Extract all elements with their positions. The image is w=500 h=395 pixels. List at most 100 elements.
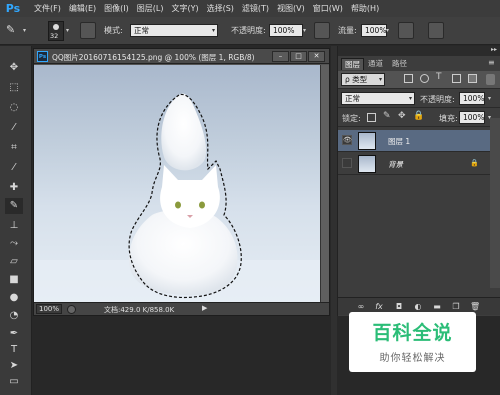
blend-mode-select[interactable]: 正常 ▾ [341, 92, 415, 105]
move-tool-icon[interactable]: ✥ [5, 60, 23, 76]
filter-type-icon[interactable]: T [436, 72, 442, 82]
shape-tool-icon[interactable]: ▭ [5, 374, 23, 390]
menu-window[interactable]: 窗口(W) [313, 3, 343, 14]
type-tool-icon[interactable]: T [5, 342, 23, 358]
lasso-tool-icon[interactable]: ◌ [5, 100, 23, 116]
minimize-button[interactable]: – [272, 51, 289, 62]
watermark-subtitle: 助你轻松解决 [379, 353, 446, 364]
lock-image-icon[interactable]: ✎ [383, 111, 391, 121]
document-info: 文档:429.0 K/858.0K [104, 306, 175, 314]
ps-document-icon: Ps [37, 51, 48, 62]
brush-tool-icon[interactable]: ✎ [5, 198, 23, 214]
document-title-bar[interactable]: Ps QQ图片20160716154125.png @ 100% (图层 1, … [34, 49, 329, 64]
menu-image[interactable]: 图像(I) [104, 3, 129, 14]
eye-icon[interactable]: 👁 [342, 135, 352, 145]
layer-thumbnail [358, 132, 376, 150]
tab-layers[interactable]: 图层 [341, 58, 364, 70]
toolbox: ✥ ⬚ ◌ ⁄ ⌗ ⁄ ✚ ✎ ⊥ ⤳ ▱ ■ ● ◔ ✒ T ➤ ▭ [0, 46, 32, 395]
delete-layer-icon[interactable]: 🗑 [470, 302, 480, 312]
filter-adjustment-icon[interactable] [420, 74, 429, 83]
eyedropper-tool-icon[interactable]: ⁄ [5, 160, 23, 176]
adjustment-layer-icon[interactable]: ◐ [413, 302, 423, 312]
visibility-toggle-empty[interactable] [342, 158, 352, 168]
menu-edit[interactable]: 编辑(E) [69, 3, 96, 14]
watermark-title: 百科全说 [372, 322, 453, 344]
fill-input[interactable]: 100% [459, 111, 485, 124]
quick-select-tool-icon[interactable]: ⁄ [5, 120, 23, 136]
lock-position-icon[interactable]: ✥ [398, 111, 406, 121]
blend-row: 正常 ▾ 不透明度: 100% ▾ [338, 90, 500, 108]
opacity-label: 不透明度: [231, 26, 266, 35]
layer-row-layer1[interactable]: 👁 图层 1 [338, 130, 490, 152]
layers-scrollbar[interactable] [490, 118, 500, 288]
chevron-down-icon[interactable]: ▾ [66, 27, 69, 34]
filter-row: ρ 类型 ▾ T [338, 71, 500, 89]
menu-view[interactable]: 视图(V) [277, 3, 305, 14]
flow-label: 流量: [338, 26, 357, 35]
brush-panel-toggle-icon[interactable] [80, 22, 96, 39]
brush-preset-picker[interactable]: 32 [48, 21, 64, 41]
brush-tool-icon[interactable]: ✎ [6, 23, 24, 39]
menu-file[interactable]: 文件(F) [34, 3, 61, 14]
menu-bar: Ps 文件(F) 编辑(E) 图像(I) 图层(L) 文字(Y) 选择(S) 滤… [0, 0, 500, 17]
document-title: QQ图片20160716154125.png @ 100% (图层 1, RGB… [52, 53, 255, 62]
lock-icon: 🔒 [470, 159, 479, 167]
opacity-input[interactable]: 100% [269, 24, 303, 37]
eraser-tool-icon[interactable]: ▱ [5, 254, 23, 270]
zoom-level-input[interactable]: 100% [36, 304, 62, 314]
maximize-button[interactable]: □ [290, 51, 307, 62]
layer-filter-select[interactable]: ρ 类型 ▾ [341, 73, 385, 86]
gradient-tool-icon[interactable]: ■ [5, 272, 23, 288]
healing-brush-tool-icon[interactable]: ✚ [5, 180, 23, 196]
chevron-down-icon[interactable]: ▾ [23, 27, 26, 34]
close-button[interactable]: ✕ [308, 51, 325, 62]
mode-select[interactable]: 正常 ▾ [130, 24, 218, 37]
history-brush-tool-icon[interactable]: ⤳ [5, 236, 23, 252]
dodge-tool-icon[interactable]: ◔ [5, 308, 23, 324]
airbrush-icon[interactable] [398, 22, 414, 39]
canvas[interactable] [34, 65, 320, 302]
tab-channels[interactable]: 通道 [365, 58, 386, 70]
link-layers-icon[interactable]: ∞ [356, 302, 366, 312]
pressure-size-icon[interactable] [428, 22, 444, 39]
clone-stamp-tool-icon[interactable]: ⊥ [5, 218, 23, 234]
menu-type[interactable]: 文字(Y) [171, 3, 198, 14]
menu-help[interactable]: 帮助(H) [351, 3, 379, 14]
chevron-down-icon[interactable]: ▾ [386, 27, 389, 34]
lock-transparent-icon[interactable] [367, 113, 376, 122]
cat-image [34, 93, 320, 302]
lock-all-icon[interactable]: 🔒 [413, 111, 424, 121]
filter-smart-object-icon[interactable] [468, 74, 477, 83]
vertical-scrollbar[interactable] [320, 65, 329, 302]
document-window: Ps QQ图片20160716154125.png @ 100% (图层 1, … [33, 48, 330, 316]
blur-tool-icon[interactable]: ● [5, 290, 23, 306]
status-options-icon[interactable] [67, 305, 76, 314]
new-group-icon[interactable]: ▬ [432, 302, 442, 312]
layer-opacity-input[interactable]: 100% [459, 92, 485, 105]
layer-row-background[interactable]: 背景 🔒 [338, 153, 490, 175]
filter-pixel-icon[interactable] [404, 74, 413, 83]
panel-header-bar[interactable]: ▸▸ [338, 46, 500, 56]
watermark-badge: 百科全说 助你轻松解决 [349, 312, 476, 372]
crop-tool-icon[interactable]: ⌗ [5, 140, 23, 156]
menu-filter[interactable]: 滤镜(T) [242, 3, 269, 14]
filter-shape-icon[interactable] [452, 74, 461, 83]
layer-style-icon[interactable]: fx [374, 302, 384, 312]
marquee-tool-icon[interactable]: ⬚ [5, 80, 23, 96]
pen-tool-icon[interactable]: ✒ [5, 326, 23, 342]
new-layer-icon[interactable]: ❐ [451, 302, 461, 312]
path-select-tool-icon[interactable]: ➤ [5, 358, 23, 374]
menu-layer[interactable]: 图层(L) [137, 3, 164, 14]
filter-toggle-icon[interactable] [486, 74, 495, 85]
fill-label: 填充: [439, 114, 458, 123]
status-menu-arrow-icon[interactable]: ▶ [202, 304, 207, 312]
layer-mask-icon[interactable]: ◘ [394, 302, 404, 312]
tab-paths[interactable]: 路径 [389, 58, 410, 70]
panel-menu-icon[interactable]: ≡ [488, 58, 495, 67]
pressure-opacity-icon[interactable] [314, 22, 330, 39]
flow-input[interactable]: 100% [361, 24, 387, 37]
panel-collapse-icon[interactable]: ▸▸ [491, 46, 497, 53]
menu-select[interactable]: 选择(S) [207, 3, 234, 14]
chevron-down-icon[interactable]: ▾ [488, 95, 491, 102]
chevron-down-icon[interactable]: ▾ [303, 27, 306, 34]
